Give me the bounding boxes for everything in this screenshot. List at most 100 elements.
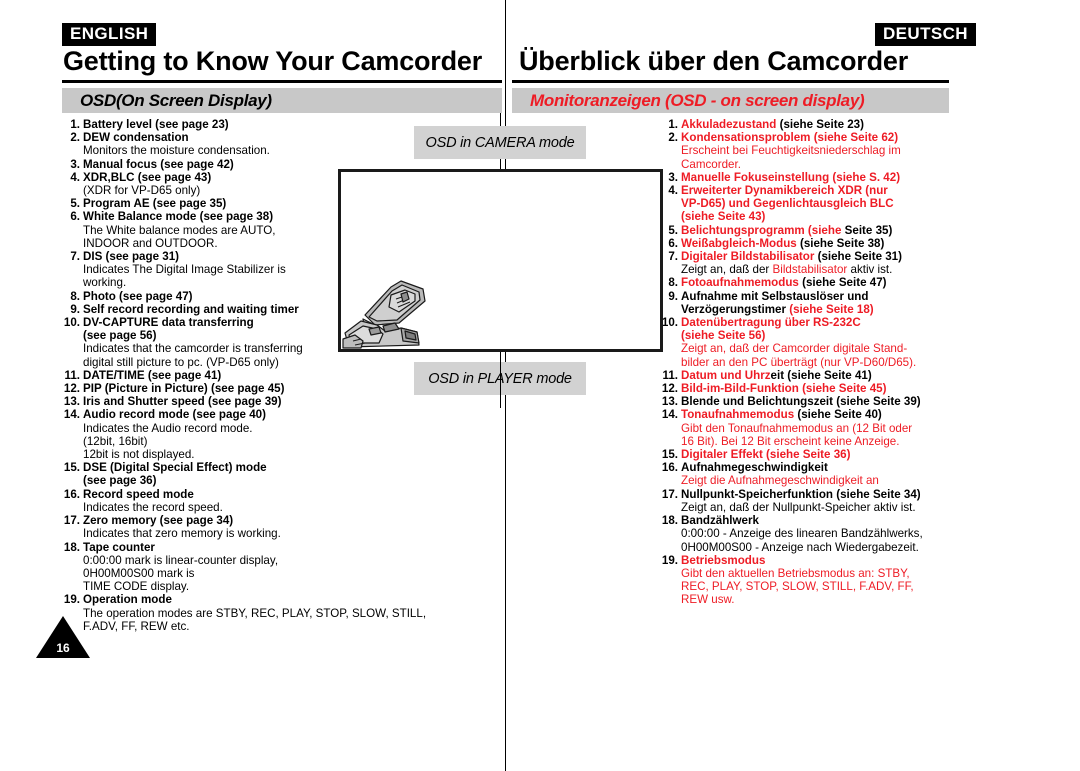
list-item: 2. DEW condensation Monitors the moisture …: [62, 131, 352, 157]
list-item-detail: Gibt den Tonaufnahmemodus an (12 Bit ode…: [681, 421, 913, 435]
list-item: 17. Nullpunkt-Speicherfunktion (siehe Sei…: [658, 488, 950, 514]
list-item-title: Photo (see page 47): [83, 289, 193, 303]
list-item-number: 13.: [63, 395, 80, 409]
text-run: eit (siehe Seite 41): [770, 368, 872, 382]
list-item: 19. Betriebsmodus Gibt den aktuellen Betri…: [658, 554, 950, 607]
text-run: Weißabgleich-Modus: [681, 236, 800, 250]
list-item: 7. DIS (see page 31) Indicates The Digital…: [62, 250, 352, 290]
list-item-body: Digitaler Effekt (siehe Seite 36): [681, 448, 950, 461]
list-item: 16. Record speed mode Indicates the record…: [62, 488, 352, 514]
text-run: (siehe Seite 38): [799, 236, 885, 250]
list-item: 4. XDR,BLC (see page 43) (XDR for VP-D65 o…: [62, 171, 352, 197]
list-item-body: Fotoaufnahmemodus (siehe Seite 47): [681, 276, 950, 289]
list-item-title: Record speed mode: [83, 487, 194, 501]
list-item-detail: TIME CODE display.: [83, 580, 190, 594]
list-item-detail: 0H00M00S00 mark is: [83, 566, 195, 580]
list-item-body: Aufnahme mit Selbstauslöser und Verzögeru…: [681, 290, 950, 316]
list-item-number: 19.: [661, 553, 678, 567]
list-item-title: Bild-im-Bild-Funktion (siehe Seite 45): [681, 382, 887, 396]
list-item-title: XDR,BLC (see page 43): [83, 170, 212, 184]
text-run: Tonaufnahmemodus: [681, 408, 798, 422]
list-item: 7. Digitaler Bildstabilisator (siehe Seit…: [658, 250, 950, 276]
list-item-detail: Indicates the Audio record mode.: [83, 421, 253, 435]
list-item-detail: Indicates that the camcorder is transfer…: [83, 342, 303, 356]
list-item-body: Kondensationsproblem (siehe Seite 62) Ers…: [681, 131, 950, 171]
text-run: (siehe S. 42): [832, 170, 901, 184]
text-run: Fotoaufnahmemodus: [681, 276, 803, 290]
list-item-body: PIP (Picture in Picture) (see page 45): [83, 382, 352, 395]
list-item-body: Bandzählwerk 0:00:00 - Anzeige des linear…: [681, 514, 950, 554]
list-item-number: 10.: [63, 316, 80, 330]
list-item-title: Nullpunkt-Speicherfunktion (siehe Seite …: [681, 487, 921, 501]
list-item-detail: Indicates that zero memory is working.: [83, 527, 281, 541]
list-item-number: 1.: [70, 118, 80, 131]
list-item: 15. DSE (Digital Special Effect) mode (see…: [62, 461, 352, 487]
list-item-number: 13.: [661, 395, 678, 409]
list-item: 6. White Balance mode (see page 38) The Wh…: [62, 210, 352, 250]
list-item-number: 18.: [63, 540, 80, 554]
list-item: 10. Datenübertragung über RS-232C (siehe S…: [658, 316, 950, 369]
page-number-marker: 16: [36, 616, 90, 658]
list-item-body: Digitaler Bildstabilisator (siehe Seite …: [681, 250, 950, 276]
list-item-number: 17.: [63, 514, 80, 528]
list-item-body: Weißabgleich-Modus (siehe Seite 38): [681, 237, 950, 250]
list-item-detail: Zeigt an, daß der Camcorder digitale Sta…: [681, 342, 908, 356]
list-item-detail: REC, PLAY, STOP, SLOW, STILL, F.ADV, FF,: [681, 580, 914, 594]
list-item: 1. Battery level (see page 23): [62, 118, 352, 131]
list-item-number: 14.: [661, 408, 678, 422]
list-item: 11. DATE/TIME (see page 41): [62, 369, 352, 382]
list-item-body: Tonaufnahmemodus (siehe Seite 40) Gibt de…: [681, 408, 950, 448]
list-item-body: DEW condensation Monitors the moisture co…: [83, 131, 352, 157]
list-item: 4. Erweiterter Dynamikbereich XDR (nur VP-…: [658, 184, 950, 224]
page-title-english: Getting to Know Your Camcorder: [63, 46, 483, 76]
list-item-number: 8.: [70, 289, 80, 303]
title-rule-english: [62, 80, 502, 83]
list-item: 13. Blende und Belichtungszeit (siehe Sei…: [658, 395, 950, 408]
list-item-detail: INDOOR and OUTDOOR.: [83, 236, 218, 250]
text-run: Akkuladezustand: [681, 118, 780, 131]
list-item: 14. Audio record mode (see page 40) Indica…: [62, 408, 352, 461]
text-run: (siehe Seite 23): [779, 118, 864, 131]
list-item-body: Akkuladezustand (siehe Seite 23): [681, 118, 950, 131]
list-item-body: DV-CAPTURE data transferring (see page 56…: [83, 316, 352, 369]
text-run: Verzögerungstimer: [681, 302, 790, 316]
list-item: 14. Tonaufnahmemodus (siehe Seite 40) Gibt…: [658, 408, 950, 448]
list-item: 3. Manuelle Fokuseinstellung (siehe S. 42…: [658, 171, 950, 184]
list-item-title: DIS (see page 31): [83, 250, 180, 264]
list-item-detail: REW usw.: [681, 593, 735, 607]
text-run: Datum und Uhrz: [681, 368, 771, 382]
list-item-title: Digitaler Bildstabilisator (siehe Seite …: [681, 250, 950, 263]
list-item-body: Program AE (see page 35): [83, 197, 352, 210]
list-item-body: Iris and Shutter speed (see page 39): [83, 395, 352, 408]
list-item-detail: bilder an den PC überträgt (nur VP-D60/D…: [681, 355, 917, 369]
list-item-detail: working.: [83, 276, 127, 290]
list-item-number: 4.: [70, 170, 80, 184]
list-item-title: Verzögerungstimer (siehe Seite 18): [681, 303, 950, 316]
list-item-title: Aufnahmegeschwindigkeit: [681, 461, 828, 475]
list-item-body: Datenübertragung über RS-232C (siehe Seit…: [681, 316, 950, 369]
text-run: (siehe Seite 18): [789, 302, 874, 316]
list-item-detail: Zeigt an, daß der Bildstabilisator aktiv…: [681, 263, 950, 276]
list-item-detail: (12bit, 16bit): [83, 434, 148, 448]
list-item-body: XDR,BLC (see page 43) (XDR for VP-D65 onl…: [83, 171, 352, 197]
section-band-english: OSD(On Screen Display): [62, 88, 502, 113]
list-item-detail: 0:00:00 - Anzeige des linearen Bandzählw…: [681, 527, 923, 541]
connector-line-bottom: [500, 352, 501, 408]
list-item-number: 3.: [70, 157, 80, 171]
list-item-body: Bild-im-Bild-Funktion (siehe Seite 45): [681, 382, 950, 395]
list-item-body: Record speed mode Indicates the record sp…: [83, 488, 352, 514]
list-item-detail: The operation modes are STBY, REC, PLAY,…: [83, 606, 427, 620]
list-item-title: VP-D65) und Gegenlichtausgleich BLC: [681, 197, 894, 211]
text-run: (siehe Seite 40): [797, 408, 882, 422]
list-item-title: DEW condensation: [83, 131, 189, 145]
list-item-body: DSE (Digital Special Effect) mode (see pa…: [83, 461, 352, 487]
list-item-detail: digital still picture to pc. (VP-D65 onl…: [83, 355, 279, 369]
list-item-detail: Zeigt an, daß der Nullpunkt-Speicher akt…: [681, 500, 916, 514]
list-item-body: Aufnahmegeschwindigkeit Zeigt die Aufnahm…: [681, 461, 950, 487]
list-item-detail: Zeigt die Aufnahmegeschwindigkeit an: [681, 474, 879, 488]
list-item-detail: 0:00:00 mark is linear-counter display,: [83, 553, 279, 567]
list-item-detail: Erscheint bei Feuchtigkeitsniederschlag …: [681, 144, 901, 158]
list-item-number: 12.: [63, 382, 80, 396]
list-item-title: Blende und Belichtungszeit (siehe Seite …: [681, 395, 921, 409]
list-item-body: Audio record mode (see page 40) Indicates…: [83, 408, 352, 461]
